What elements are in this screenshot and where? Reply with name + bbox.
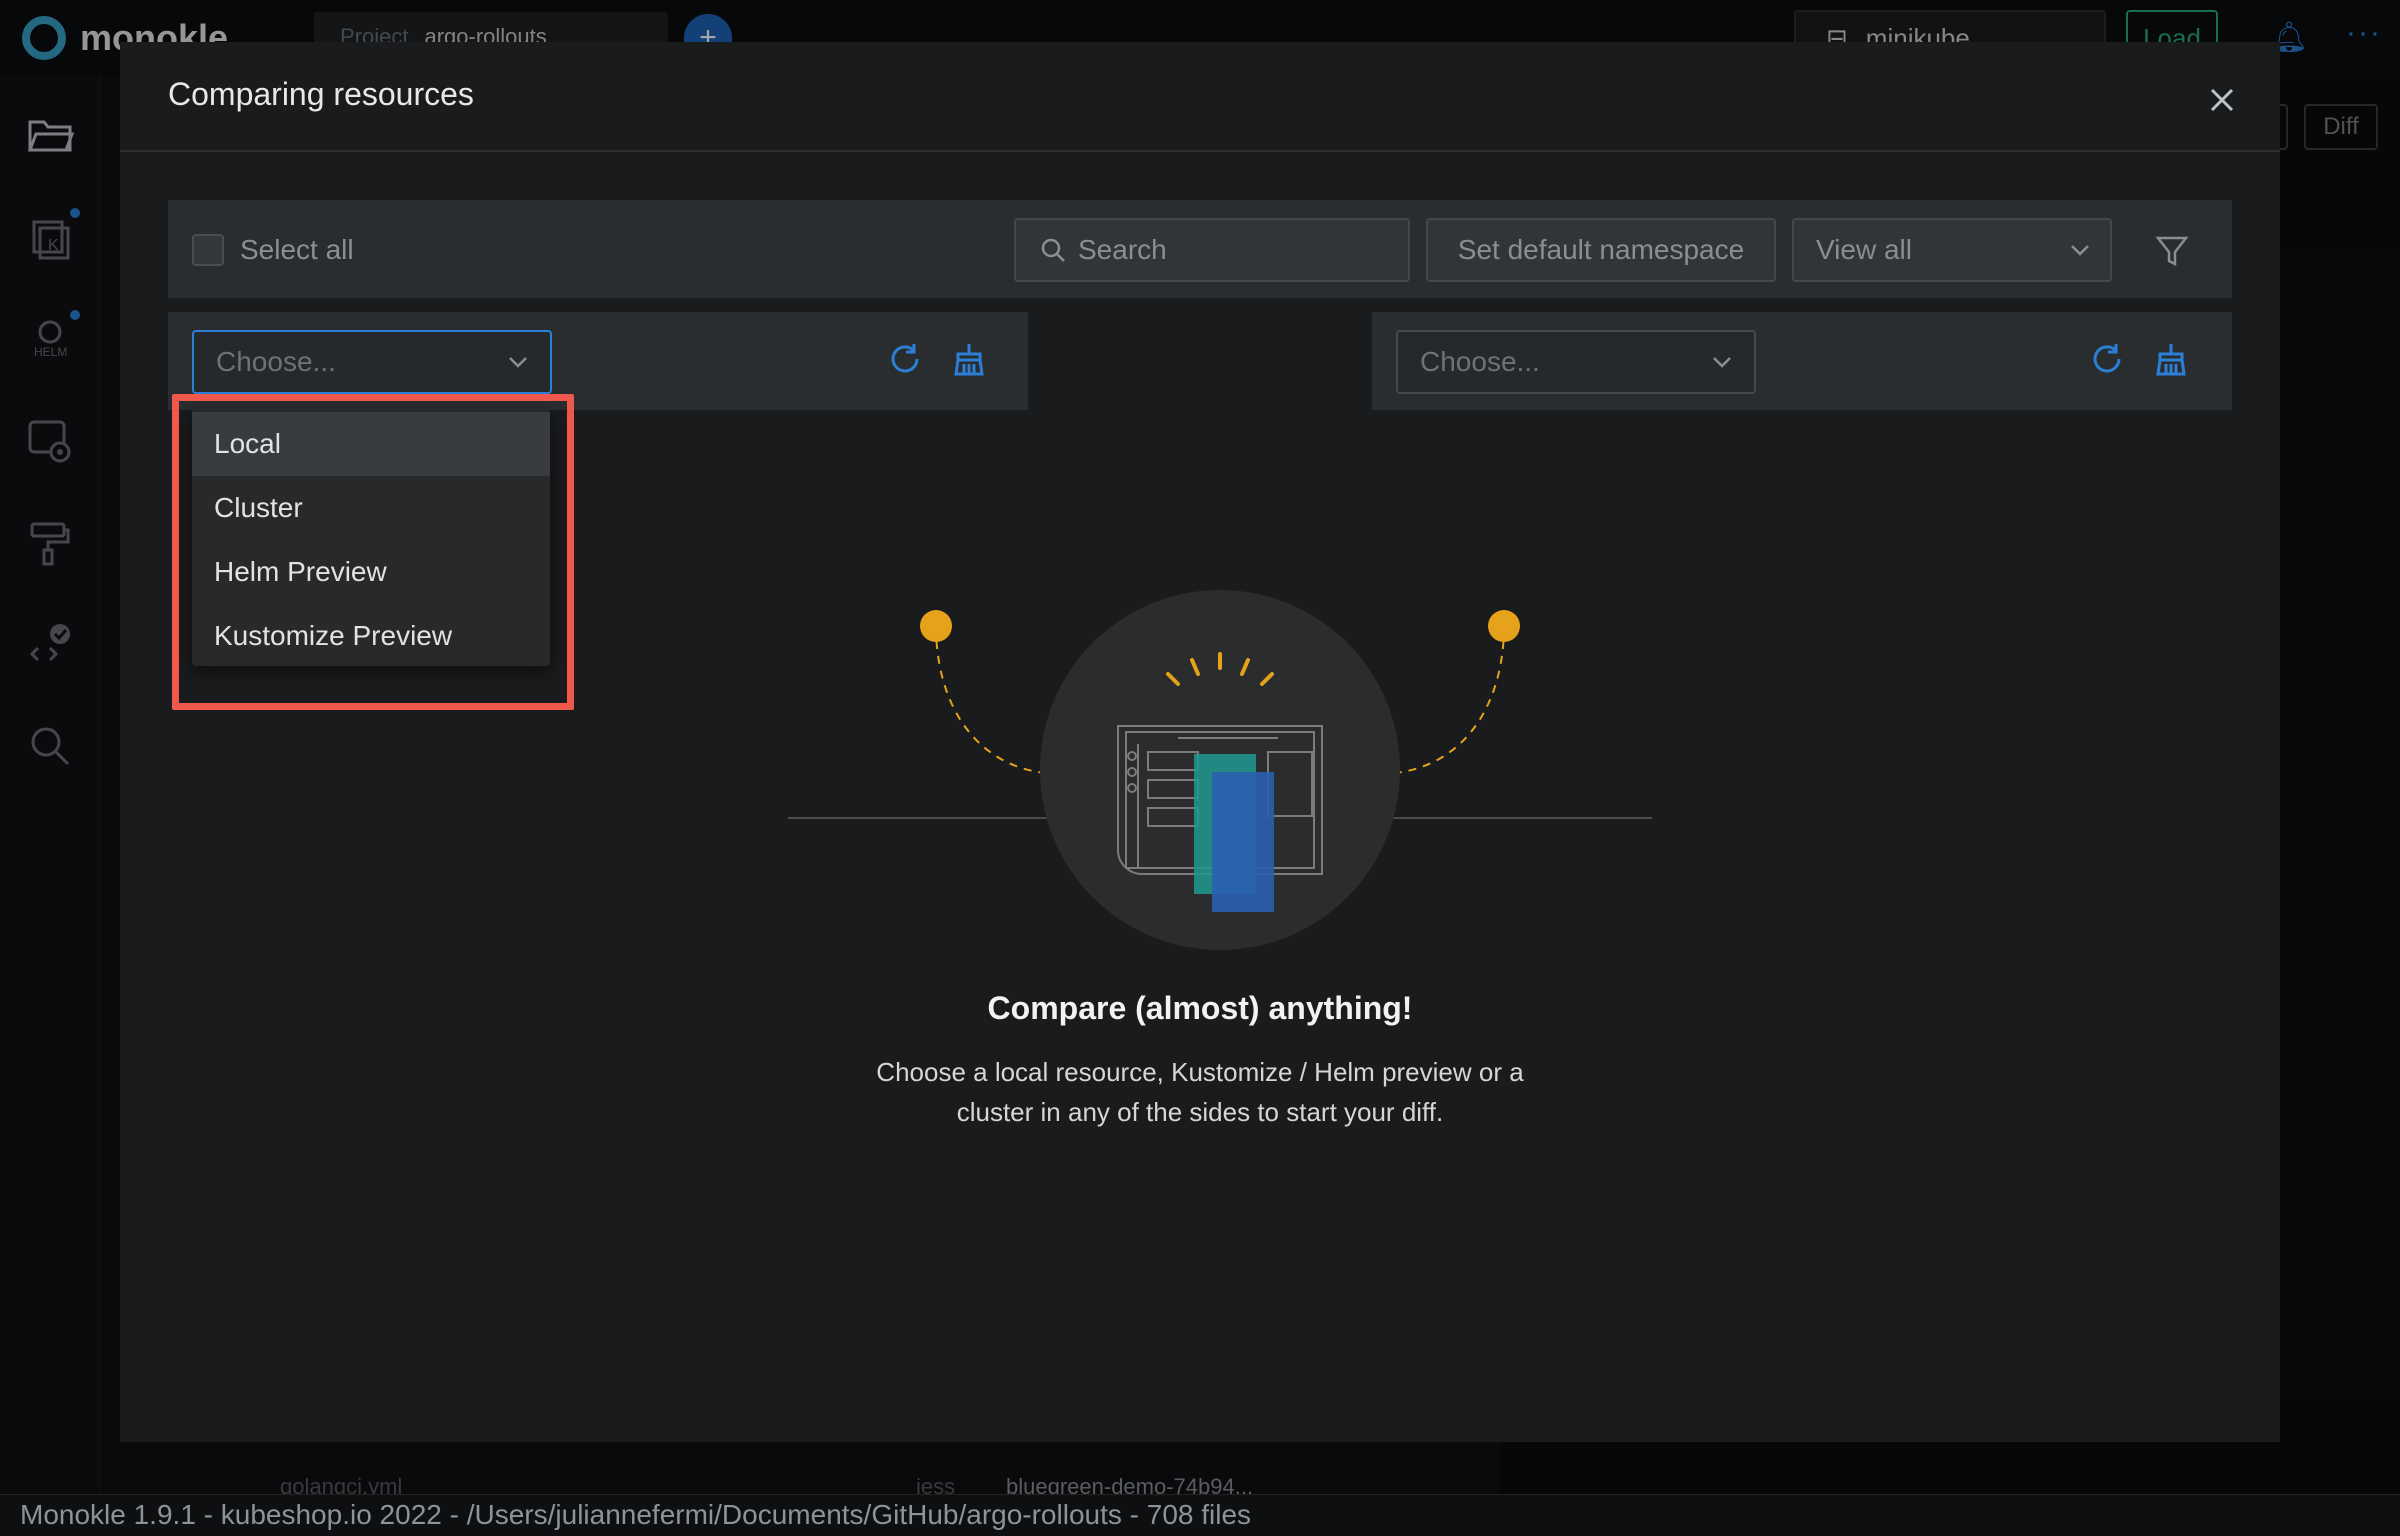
- left-choose-select[interactable]: Choose...: [192, 330, 552, 394]
- view-select-value: View all: [1816, 234, 1912, 265]
- chevron-down-icon: [509, 357, 527, 368]
- refresh-icon[interactable]: [2088, 340, 2126, 378]
- empty-state-description: Choose a local resource, Kustomize / Hel…: [120, 1052, 2280, 1132]
- search-input[interactable]: Search: [1014, 218, 1410, 282]
- search-icon: [1041, 238, 1065, 262]
- right-choose-select[interactable]: Choose...: [1396, 330, 1756, 394]
- modal-header: Comparing resources: [120, 42, 2280, 152]
- right-compare-bar: Choose...: [1372, 312, 2232, 410]
- empty-state-line-1: Choose a local resource, Kustomize / Hel…: [876, 1057, 1524, 1087]
- compare-toolbar: Select all Search Set default namespace …: [168, 200, 2232, 298]
- select-all-label: Select all: [240, 234, 354, 265]
- refresh-icon[interactable]: [886, 340, 924, 378]
- compare-modal: Comparing resources Select all Search Se…: [120, 42, 2280, 1442]
- select-all-checkbox[interactable]: [192, 234, 224, 266]
- illustration-left-dot: [920, 610, 952, 642]
- highlight-annotation-box: [172, 394, 574, 710]
- chevron-down-icon: [2071, 245, 2089, 256]
- monokle-app: monokle Project argo-rollouts + ⊟ miniku…: [0, 0, 2400, 1536]
- empty-state-title: Compare (almost) anything!: [987, 990, 1413, 1026]
- set-default-namespace-button[interactable]: Set default namespace: [1426, 218, 1776, 282]
- status-bar: Monokle 1.9.1 - kubeshop.io 2022 - /User…: [0, 1494, 2400, 1536]
- modal-title: Comparing resources: [168, 76, 474, 112]
- filter-icon[interactable]: [2152, 230, 2192, 270]
- illustration-right-dot: [1488, 610, 1520, 642]
- empty-state-line-2: cluster in any of the sides to start you…: [956, 1097, 1444, 1127]
- left-choose-placeholder: Choose...: [216, 346, 336, 377]
- search-placeholder: Search: [1078, 234, 1167, 265]
- compare-illustration: [788, 590, 1652, 950]
- clear-broom-icon[interactable]: [2152, 340, 2190, 378]
- clear-broom-icon[interactable]: [950, 340, 988, 378]
- right-choose-placeholder: Choose...: [1420, 346, 1540, 377]
- view-select[interactable]: View all: [1792, 218, 2112, 282]
- close-icon[interactable]: [2202, 80, 2242, 120]
- illustration-blue-block: [1212, 772, 1274, 912]
- chevron-down-icon: [1713, 357, 1731, 368]
- select-all[interactable]: Select all: [192, 234, 354, 266]
